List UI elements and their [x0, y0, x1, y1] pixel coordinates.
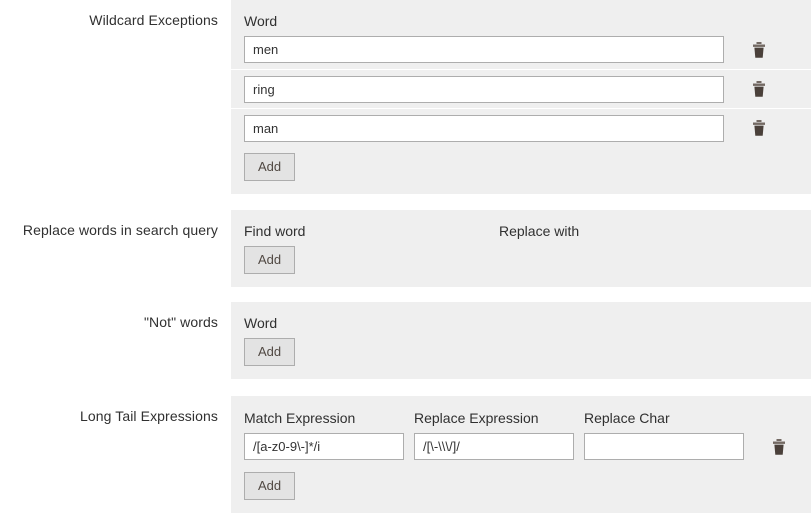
field-row-long-tail-expressions: Long Tail Expressions Match Expression R…: [0, 396, 811, 513]
add-row-button[interactable]: Add: [244, 153, 296, 181]
field-label-replace-words: Replace words in search query: [22, 222, 218, 238]
column-header-match-expression: Match Expression: [244, 410, 356, 426]
footer-not-words: Add: [231, 332, 811, 379]
replace-expression-input[interactable]: [414, 433, 574, 460]
delete-row-button[interactable]: [754, 438, 804, 455]
settings-form: Wildcard Exceptions Word men ring man Ad…: [0, 0, 811, 521]
column-headers-not-words: Word: [231, 302, 811, 332]
field-label-long-tail-expressions: Long Tail Expressions: [79, 408, 218, 424]
replace-char-input[interactable]: [584, 433, 744, 460]
add-row-button[interactable]: Add: [244, 472, 296, 500]
add-row-button[interactable]: Add: [244, 246, 296, 274]
field-row-wildcard-exceptions: Wildcard Exceptions Word men ring man Ad…: [0, 0, 811, 194]
trash-icon[interactable]: [752, 120, 766, 136]
cell-match-expression: [244, 433, 414, 460]
field-label-wildcard-exceptions: Wildcard Exceptions: [89, 12, 218, 28]
field-row-replace-words: Replace words in search query Find word …: [0, 210, 811, 287]
column-headers-replace: Find word Replace with: [231, 210, 811, 240]
panel-wildcard-exceptions: Word men ring man Add: [231, 0, 811, 194]
match-expression-input[interactable]: [244, 433, 404, 460]
table-row: [231, 427, 811, 466]
cell-word: [244, 114, 734, 142]
panel-long-tail-expressions: Match Expression Replace Expression Repl…: [231, 396, 811, 513]
trash-icon[interactable]: [752, 41, 766, 58]
field-label-not-words: "Not" words: [143, 314, 218, 330]
column-header-replace-with: Replace with: [499, 223, 580, 239]
delete-row-button[interactable]: [734, 41, 784, 58]
column-header-find-word: Find word: [244, 223, 306, 239]
field-row-not-words: "Not" words Word Add: [0, 302, 811, 379]
add-row-button[interactable]: Add: [244, 338, 296, 366]
cell-word: [244, 75, 734, 103]
column-header-word: Word: [244, 13, 278, 29]
word-input[interactable]: [244, 114, 724, 142]
delete-row-button[interactable]: [734, 81, 784, 97]
footer-wildcard: Add: [231, 147, 811, 194]
cell-replace-expression: [414, 433, 584, 460]
table-row: [231, 108, 811, 147]
table-row: [231, 69, 811, 108]
word-input[interactable]: [244, 75, 724, 103]
panel-replace-words: Find word Replace with Add: [231, 210, 811, 287]
column-headers-long-tail: Match Expression Replace Expression Repl…: [231, 396, 811, 427]
trash-icon[interactable]: [772, 438, 786, 455]
column-headers-wildcard: Word: [231, 0, 811, 30]
delete-row-button[interactable]: [734, 120, 784, 136]
trash-icon[interactable]: [752, 81, 766, 97]
column-header-word: Word: [244, 315, 278, 331]
cell-replace-char: [584, 433, 754, 460]
cell-word: [244, 36, 734, 63]
footer-long-tail: Add: [231, 466, 811, 513]
table-row: [231, 30, 811, 69]
footer-replace: Add: [231, 240, 811, 287]
word-input[interactable]: [244, 36, 724, 63]
column-header-replace-char: Replace Char: [584, 410, 670, 426]
panel-not-words: Word Add: [231, 302, 811, 379]
column-header-replace-expression: Replace Expression: [414, 410, 539, 426]
